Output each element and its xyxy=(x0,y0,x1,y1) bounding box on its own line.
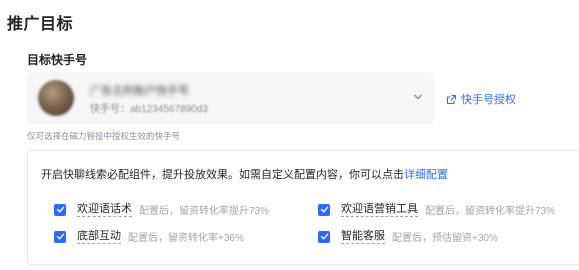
account-hint: 仅可选择在磁力智投中授权生效的快手号 xyxy=(27,131,181,141)
components-description: 开启快聊线索必配组件，提升投放效果。如需自定义配置内容，你可以点击详细配置 xyxy=(41,166,448,182)
option-welcome-marketing-tool[interactable]: 欢迎语营销工具 配置后，留资转化率提升73% xyxy=(318,202,555,217)
target-account-select[interactable]: 广告主的账户快手号 快手号：ab1234567890d3 xyxy=(27,72,434,124)
checkbox-checked-icon[interactable] xyxy=(54,230,66,243)
authorize-account-link[interactable]: 快手号授权 xyxy=(446,91,516,107)
account-avatar xyxy=(38,80,74,116)
external-link-icon xyxy=(446,94,457,104)
checkbox-checked-icon[interactable] xyxy=(318,230,330,243)
account-name: 广告主的账户快手号 xyxy=(90,85,189,97)
components-panel: 开启快聊线索必配组件，提升投放效果。如需自定义配置内容，你可以点击详细配置 欢迎… xyxy=(27,150,579,265)
chevron-down-icon[interactable] xyxy=(411,90,425,104)
option-label: 欢迎语话术 xyxy=(77,202,132,217)
option-label: 欢迎语营销工具 xyxy=(341,202,418,217)
target-account-label: 目标快手号 xyxy=(27,53,88,67)
checkbox-checked-icon[interactable] xyxy=(54,203,66,216)
option-welcome-script[interactable]: 欢迎语话术 配置后，留资转化率提升73% xyxy=(54,202,269,217)
option-note: 配置后，预估留资+30% xyxy=(392,233,498,244)
account-id: 快手号：ab1234567890d3 xyxy=(90,104,208,115)
authorize-link-label: 快手号授权 xyxy=(461,94,516,106)
components-description-text: 开启快聊线索必配组件，提升投放效果。如需自定义配置内容，你可以点击 xyxy=(41,169,404,181)
option-label: 底部互动 xyxy=(77,229,121,244)
option-bottom-interaction[interactable]: 底部互动 配置后，留资转化率+36% xyxy=(54,229,244,244)
option-label: 智能客服 xyxy=(341,229,385,244)
option-note: 配置后，留资转化率+36% xyxy=(128,233,244,244)
checkbox-checked-icon[interactable] xyxy=(318,203,330,216)
section-title: 推广目标 xyxy=(7,16,74,33)
option-note: 配置后，留资转化率提升73% xyxy=(425,206,556,217)
option-note: 配置后，留资转化率提升73% xyxy=(139,206,270,217)
option-smart-customer-service[interactable]: 智能客服 配置后，预估留资+30% xyxy=(318,229,498,244)
detail-config-link[interactable]: 详细配置 xyxy=(404,169,448,181)
